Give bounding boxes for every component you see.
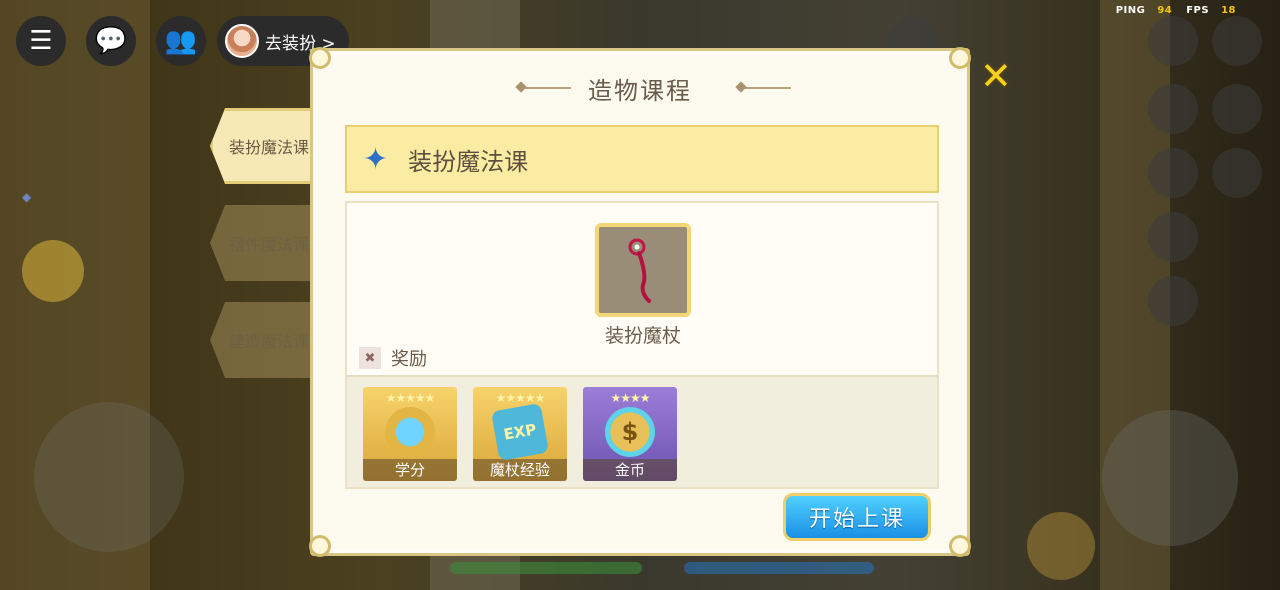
secondary-action-button[interactable] bbox=[1027, 512, 1095, 580]
ping-label: PING bbox=[1115, 5, 1146, 16]
chat-button[interactable]: 💬 bbox=[86, 16, 136, 66]
title-ornament-right bbox=[737, 87, 791, 89]
tasks-icon[interactable] bbox=[1148, 84, 1198, 134]
book-icon[interactable] bbox=[1148, 212, 1198, 262]
tab-build-magic[interactable]: 建造魔法课 bbox=[210, 302, 318, 378]
tab-ornament-magic[interactable]: 摆件魔法课 bbox=[210, 205, 318, 281]
fps-label: FPS bbox=[1186, 5, 1210, 16]
close-icon[interactable]: ✕ bbox=[980, 54, 1012, 98]
reward-heading: ✖ 奖励 bbox=[359, 345, 427, 371]
health-bar bbox=[450, 562, 642, 574]
friends-icon: 👥 bbox=[164, 26, 198, 56]
menu-button[interactable]: ☰ bbox=[16, 16, 66, 66]
reward-wand-exp[interactable]: ★★★★★ EXP 魔杖经验 bbox=[473, 387, 567, 481]
corner-ornament bbox=[309, 47, 331, 69]
panel-title: 造物课程 bbox=[588, 77, 692, 105]
tab-label: 建造魔法课 bbox=[228, 332, 309, 351]
reward-stars: ★★★★★ bbox=[385, 391, 436, 405]
credit-icon bbox=[385, 407, 435, 457]
course-panel: 造物课程 ✦ 装扮魔法课 装扮魔杖 ✖ 奖励 ★★★★★ 学分 ★★★★★ EX… bbox=[309, 47, 971, 557]
energy-bar bbox=[684, 562, 874, 574]
corner-ornament bbox=[949, 535, 971, 557]
friends-button[interactable]: 👥 bbox=[156, 16, 206, 66]
menu-icon: ☰ bbox=[29, 26, 53, 56]
item-name: 装扮魔杖 bbox=[604, 325, 681, 347]
tab-dressup-magic[interactable]: 装扮魔法课 bbox=[210, 108, 318, 184]
reward-stars: ★★★★ bbox=[610, 391, 650, 405]
reward-heading-label: 奖励 bbox=[391, 349, 427, 370]
course-content: 装扮魔杖 ✖ 奖励 ★★★★★ 学分 ★★★★★ EXP 魔杖经验 ★★★★ $… bbox=[345, 201, 939, 489]
exp-icon: EXP bbox=[491, 403, 549, 461]
corner-ornament bbox=[309, 535, 331, 557]
coin-icon: $ bbox=[605, 407, 655, 457]
reward-coins[interactable]: ★★★★ $ 金币 bbox=[583, 387, 677, 481]
start-class-button[interactable]: 开始上课 bbox=[783, 493, 931, 541]
movement-joystick[interactable] bbox=[34, 402, 184, 552]
notice-icon[interactable] bbox=[1148, 16, 1198, 66]
course-header: ✦ 装扮魔法课 bbox=[345, 125, 939, 193]
card-icon[interactable] bbox=[1212, 16, 1262, 66]
reward-stars: ★★★★★ bbox=[495, 391, 546, 405]
left-timer-display: ◆ bbox=[22, 190, 32, 204]
chat-bubble-icon: 💬 bbox=[94, 26, 128, 56]
action-emote-icon[interactable] bbox=[1148, 148, 1198, 198]
backpack-icon[interactable] bbox=[1212, 84, 1262, 134]
tab-label: 装扮魔法课 bbox=[228, 138, 309, 157]
course-title: 装扮魔法课 bbox=[408, 147, 529, 176]
ping-value: 94 bbox=[1157, 5, 1173, 16]
magic-wand-icon: ✦ bbox=[363, 141, 389, 177]
reward-label: 魔杖经验 bbox=[473, 459, 567, 481]
item-slot[interactable] bbox=[595, 223, 691, 317]
network-stats: PING 94 FPS 18 bbox=[1116, 5, 1246, 16]
star-badge-icon[interactable] bbox=[22, 240, 84, 302]
tab-label: 摆件魔法课 bbox=[228, 235, 309, 254]
reward-credits[interactable]: ★★★★★ 学分 bbox=[363, 387, 457, 481]
main-action-button[interactable] bbox=[1102, 410, 1238, 546]
corner-ornament bbox=[949, 47, 971, 69]
build-space-icon[interactable] bbox=[1148, 276, 1198, 326]
reward-ornament-icon: ✖ bbox=[359, 347, 381, 369]
reward-list: ★★★★★ 学分 ★★★★★ EXP 魔杖经验 ★★★★ $ 金币 bbox=[347, 375, 937, 487]
reward-label: 金币 bbox=[583, 459, 677, 481]
fps-value: 18 bbox=[1221, 5, 1236, 16]
monthly-icon[interactable] bbox=[1212, 148, 1262, 198]
reward-label: 学分 bbox=[363, 459, 457, 481]
avatar bbox=[225, 24, 259, 58]
wand-icon bbox=[628, 238, 651, 303]
